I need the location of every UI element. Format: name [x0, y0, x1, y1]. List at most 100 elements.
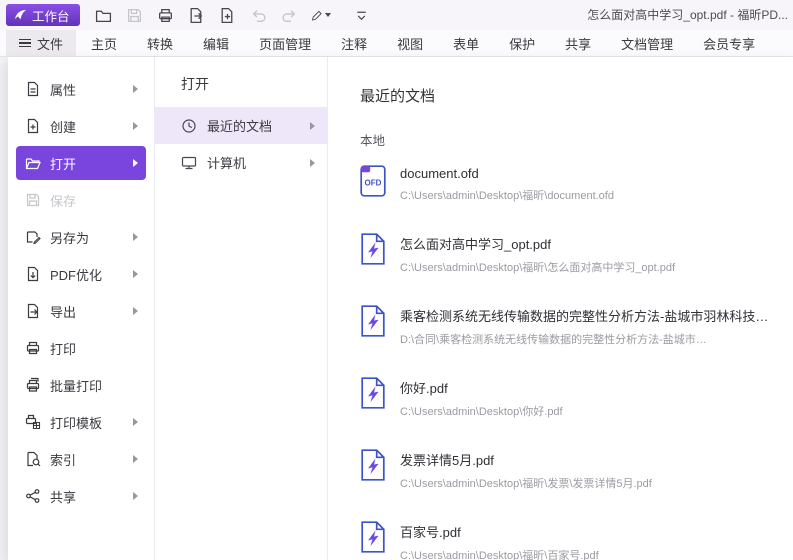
file-path: C:\Users\admin\Desktop\你好.pdf [400, 403, 563, 419]
file-menu-item-properties[interactable]: 属性 [16, 72, 146, 106]
recent-documents-title: 最近的文档 [360, 85, 793, 106]
workspace-button[interactable]: 工作台 [6, 4, 80, 26]
file-menu-item-label: PDF优化 [50, 265, 102, 284]
file-menu-item-label: 属性 [50, 80, 76, 99]
menu-member-exclusive[interactable]: 会员专享 [688, 30, 770, 56]
file-path: C:\Users\admin\Desktop\福昕\document.ofd [400, 187, 614, 203]
open-item-label: 最近的文档 [207, 116, 272, 135]
menu-convert[interactable]: 转换 [132, 30, 188, 56]
file-menu-item-label: 共享 [50, 487, 76, 506]
file-menu-backstage: 属性 创建 打开 保存 另存为 PDF优化 导出 [8, 57, 793, 560]
file-menu-item-label: 创建 [50, 117, 76, 136]
file-menu-item-label: 打印模板 [50, 413, 102, 432]
redo-icon[interactable] [280, 5, 300, 25]
ink-signature-icon[interactable] [311, 5, 331, 25]
menu-page-management[interactable]: 页面管理 [244, 30, 326, 56]
menu-protect[interactable]: 保护 [494, 30, 550, 56]
open-file-icon[interactable] [94, 5, 114, 25]
file-menu-item-export[interactable]: 导出 [16, 294, 146, 328]
menu-edit[interactable]: 编辑 [188, 30, 244, 56]
pdf-file-icon [360, 233, 386, 265]
quick-access-toolbar [94, 5, 372, 25]
pdf-optimize-icon [25, 266, 41, 282]
file-path: C:\Users\admin\Desktop\福昕\百家号.pdf [400, 547, 599, 560]
submenu-arrow-icon [133, 85, 138, 93]
menubar: 文件 主页 转换 编辑 页面管理 注释 视图 表单 保护 共享 文档管理 会员专… [0, 30, 793, 57]
menu-share[interactable]: 共享 [550, 30, 606, 56]
recent-file-row[interactable]: 发票详情5月.pdf C:\Users\admin\Desktop\福昕\发票\… [360, 449, 793, 491]
file-menu-item-label: 批量打印 [50, 376, 102, 395]
open-item-computer[interactable]: 计算机 [155, 144, 327, 181]
local-section-label: 本地 [360, 130, 793, 149]
open-item-label: 计算机 [207, 153, 246, 172]
menu-comment[interactable]: 注释 [326, 30, 382, 56]
export-pdf-icon[interactable] [187, 5, 207, 25]
properties-icon [25, 81, 41, 97]
undo-icon[interactable] [249, 5, 269, 25]
menu-view[interactable]: 视图 [382, 30, 438, 56]
submenu-arrow-icon [133, 455, 138, 463]
file-menu-item-save[interactable]: 保存 [16, 183, 146, 217]
batch-print-icon [25, 377, 41, 393]
recent-file-row[interactable]: OFD document.ofd C:\Users\admin\Desktop\… [360, 165, 793, 203]
save-icon [25, 192, 41, 208]
pdf-file-icon [360, 521, 386, 553]
recent-file-row[interactable]: 乘客检测系统无线传输数据的完整性分析方法-盐城市羽林科技… D:\合同\乘客检测… [360, 305, 793, 347]
computer-icon [181, 155, 197, 171]
submenu-arrow-icon [133, 122, 138, 130]
window-title: 怎么面对高中学习_opt.pdf - 福昕PD... [587, 0, 788, 30]
clock-icon [181, 118, 197, 134]
submenu-arrow-icon [133, 270, 138, 278]
svg-text:OFD: OFD [365, 179, 382, 188]
titlebar: 工作台 怎么面对高中学习_opt.pdf - 福昕PD.. [0, 0, 793, 30]
file-path: C:\Users\admin\Desktop\福昕\发票\发票详情5月.pdf [400, 475, 652, 491]
export-icon [25, 303, 41, 319]
recent-file-row[interactable]: 你好.pdf C:\Users\admin\Desktop\你好.pdf [360, 377, 793, 419]
hamburger-icon [19, 37, 31, 50]
menu-document-management[interactable]: 文档管理 [606, 30, 688, 56]
ink-signature-dropdown-arrow [325, 13, 331, 17]
workspace-button-label: 工作台 [32, 6, 70, 25]
file-name: 百家号.pdf [400, 522, 599, 541]
file-menu-item-share[interactable]: 共享 [16, 479, 146, 513]
print-icon[interactable] [156, 5, 176, 25]
menu-home[interactable]: 主页 [76, 30, 132, 56]
file-menu-column: 属性 创建 打开 保存 另存为 PDF优化 导出 [8, 57, 155, 560]
file-menu-item-print-template[interactable]: 打印模板 [16, 405, 146, 439]
share-icon [25, 488, 41, 504]
file-menu-item-pdf-optimize[interactable]: PDF优化 [16, 257, 146, 291]
menu-file[interactable]: 文件 [6, 30, 76, 56]
open-panel-header: 打开 [155, 69, 327, 99]
submenu-arrow-icon [133, 233, 138, 241]
file-menu-item-save-as[interactable]: 另存为 [16, 220, 146, 254]
file-menu-item-create[interactable]: 创建 [16, 109, 146, 143]
pdf-file-icon [360, 377, 386, 409]
file-name: document.ofd [400, 166, 614, 181]
file-menu-item-open[interactable]: 打开 [16, 146, 146, 180]
file-menu-item-batch-print[interactable]: 批量打印 [16, 368, 146, 402]
create-icon [25, 118, 41, 134]
file-name: 乘客检测系统无线传输数据的完整性分析方法-盐城市羽林科技… [400, 306, 768, 325]
print-icon [25, 340, 41, 356]
save-icon[interactable] [125, 5, 145, 25]
index-icon [25, 451, 41, 467]
file-path: D:\合同\乘客检测系统无线传输数据的完整性分析方法-盐城市… [400, 331, 768, 347]
recent-file-row[interactable]: 怎么面对高中学习_opt.pdf C:\Users\admin\Desktop\… [360, 233, 793, 275]
create-pdf-icon[interactable] [218, 5, 238, 25]
file-menu-item-print[interactable]: 打印 [16, 331, 146, 365]
open-item-recent-documents[interactable]: 最近的文档 [155, 107, 327, 144]
menu-form[interactable]: 表单 [438, 30, 494, 56]
open-icon [25, 155, 41, 171]
background-strip [0, 57, 8, 560]
file-menu-item-index[interactable]: 索引 [16, 442, 146, 476]
submenu-arrow-icon [133, 159, 138, 167]
pdf-file-icon [360, 449, 386, 481]
ofd-file-icon: OFD [360, 165, 386, 197]
customize-toolbar-icon[interactable] [352, 5, 372, 25]
file-menu-item-label: 打印 [50, 339, 76, 358]
submenu-arrow-icon [310, 122, 315, 130]
recent-file-row[interactable]: 百家号.pdf C:\Users\admin\Desktop\福昕\百家号.pd… [360, 521, 793, 560]
foxit-logo-icon [14, 9, 27, 22]
file-menu-item-label: 索引 [50, 450, 76, 469]
save-as-icon [25, 229, 41, 245]
